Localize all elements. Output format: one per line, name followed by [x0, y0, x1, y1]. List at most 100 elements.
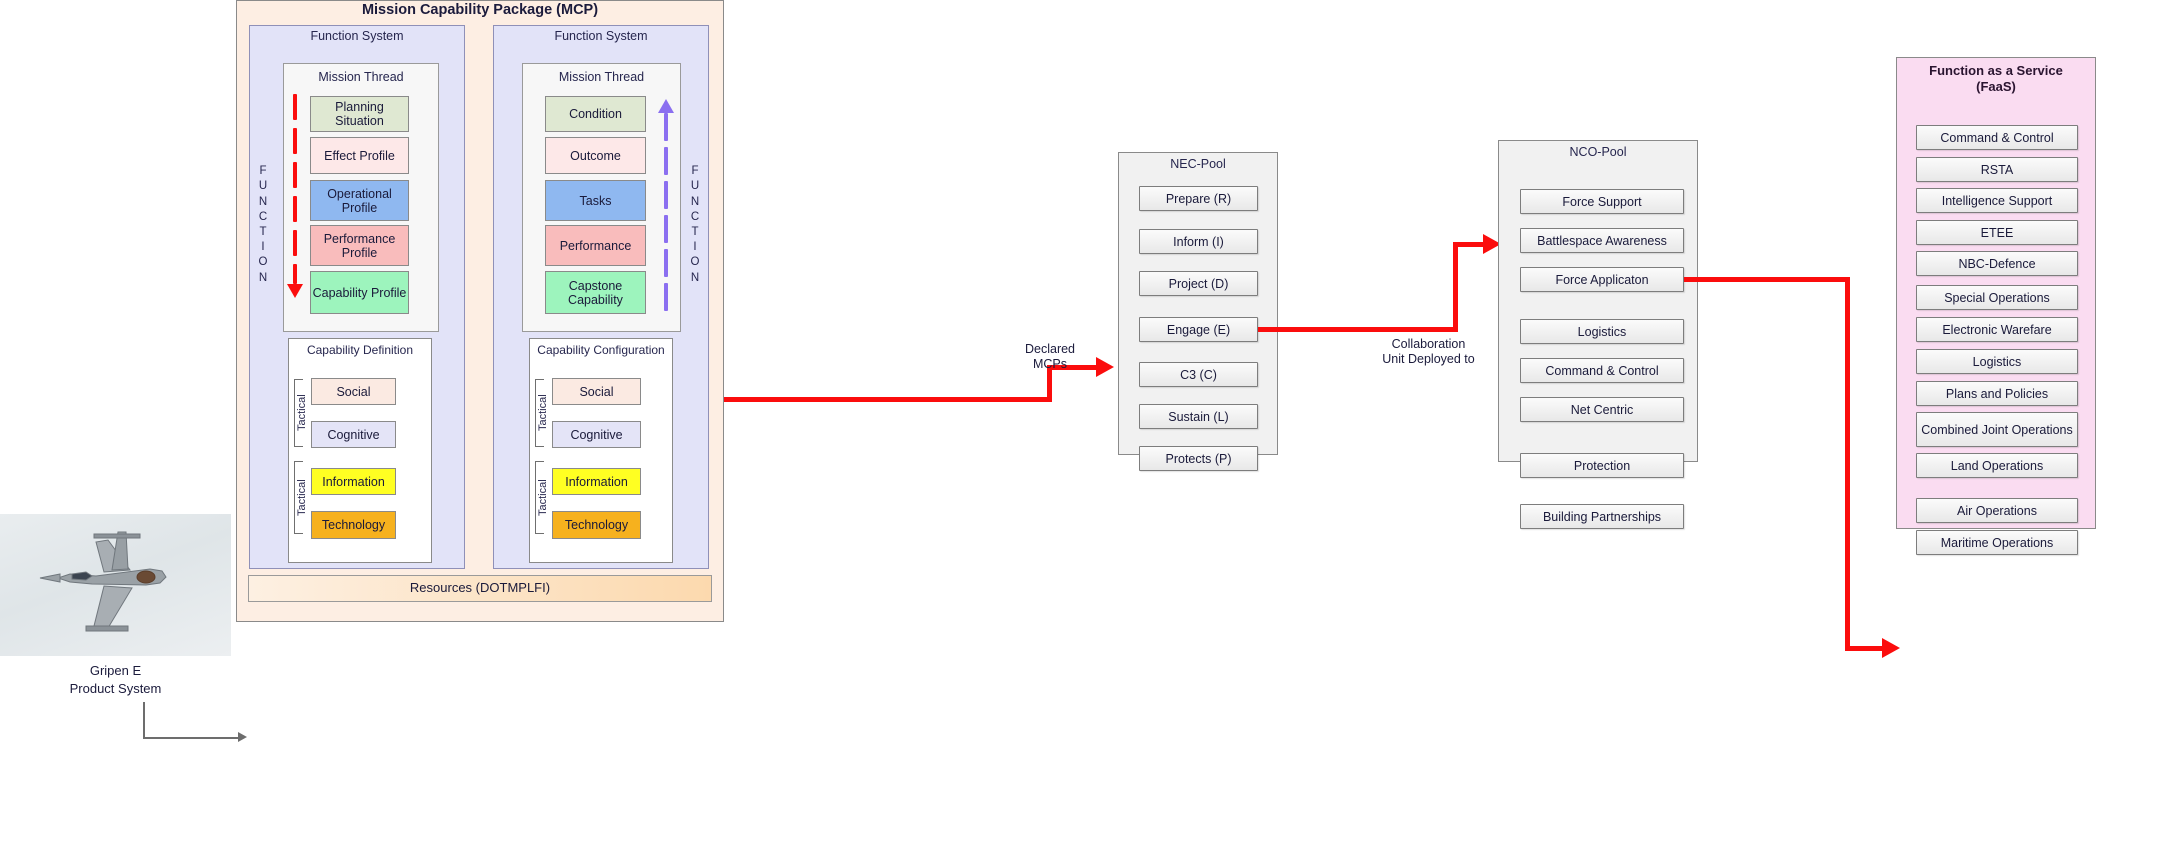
nco-item-force-applicaton[interactable]: Force Applicaton — [1520, 267, 1684, 292]
mission-thread-left-title: Mission Thread — [318, 70, 404, 84]
capcfg-item-0: Social — [552, 378, 641, 405]
capdef-item-2: Information — [311, 468, 396, 495]
capability-configuration-title: Capability Configuration — [537, 343, 665, 357]
function-label-right: FUNCTION — [686, 140, 704, 310]
faas-item-land-operations[interactable]: Land Operations — [1916, 453, 2078, 478]
function-letter: U — [258, 180, 268, 193]
nco-faas-line-vertical — [1845, 277, 1850, 651]
nec-item-protects[interactable]: Protects (P) — [1139, 446, 1258, 471]
faas-title-line1: Function as a Service — [1929, 63, 2063, 78]
capcfg-item-1: Cognitive — [552, 421, 641, 448]
nco-item-net-centric[interactable]: Net Centric — [1520, 397, 1684, 422]
faas-item-combined-joint-operations[interactable]: Combined Joint Operations — [1916, 412, 2078, 447]
collaboration-label-line1: Collaboration — [1391, 337, 1466, 351]
capdef-item-1: Cognitive — [311, 421, 396, 448]
capdef-item-0: Social — [311, 378, 396, 405]
tactical-label-lower-right: Tactical — [537, 479, 549, 516]
function-letter: I — [693, 241, 697, 254]
nec-item-inform[interactable]: Inform (I) — [1139, 229, 1258, 254]
nec-item-engage[interactable]: Engage (E) — [1139, 317, 1258, 342]
function-letter: C — [690, 210, 700, 223]
thread-left-item-4: Capability Profile — [310, 271, 409, 314]
mission-thread-right-title: Mission Thread — [558, 70, 645, 84]
gripen-aircraft-icon — [39, 531, 167, 632]
nco-item-force-support[interactable]: Force Support — [1520, 189, 1684, 214]
nco-item-protection[interactable]: Protection — [1520, 453, 1684, 478]
nec-pool-title: NEC-Pool — [1170, 157, 1226, 171]
faas-item-electronic-warefare[interactable]: Electronic Warefare — [1916, 317, 2078, 342]
function-letter: F — [259, 165, 267, 178]
gripen-connector-vertical — [143, 702, 145, 738]
faas-item-command-control[interactable]: Command & Control — [1916, 125, 2078, 150]
thread-left-item-2: Operational Profile — [310, 180, 409, 221]
nco-item-building-partnerships[interactable]: Building Partnerships — [1520, 504, 1684, 529]
nco-faas-line-horizontal-lower — [1845, 646, 1887, 651]
declared-mcps-label-line2: MCPs — [1032, 357, 1068, 371]
faas-title: Function as a Service (FaaS) — [1896, 63, 2096, 94]
nco-item-battlespace-awareness[interactable]: Battlespace Awareness — [1520, 228, 1684, 253]
nco-item-logistics[interactable]: Logistics — [1520, 319, 1684, 344]
function-letter: N — [690, 271, 700, 284]
faas-item-plans-and-policies[interactable]: Plans and Policies — [1916, 381, 2078, 406]
flow-arrow-down-dashed — [290, 94, 300, 284]
faas-item-maritime-operations[interactable]: Maritime Operations — [1916, 530, 2078, 555]
thread-left-item-0: Planning Situation — [310, 96, 409, 132]
tactical-label-upper-right: Tactical — [537, 394, 549, 432]
gripen-caption-line2: Product System — [69, 680, 162, 696]
capcfg-item-3: Technology — [552, 511, 641, 539]
declared-mcps-arrowhead — [1096, 357, 1114, 377]
collaboration-line-vertical — [1453, 242, 1458, 331]
flow-arrowhead-down — [287, 284, 303, 298]
nco-faas-line-horizontal-upper — [1684, 277, 1850, 282]
gripen-photo — [0, 514, 231, 656]
function-letter: I — [261, 241, 265, 254]
function-system-left-title: Function System — [310, 29, 404, 43]
flow-arrowhead-up — [658, 99, 674, 113]
declared-mcps-label-line1: Declared — [1024, 342, 1076, 356]
function-letter: U — [690, 180, 700, 193]
resources-bar: Resources (DOTMPLFI) — [248, 575, 712, 602]
gripen-connector-arrowhead — [238, 732, 247, 742]
thread-left-item-3: Performance Profile — [310, 225, 409, 266]
mcp-title: Mission Capability Package (MCP) — [361, 2, 599, 18]
nec-item-c3[interactable]: C3 (C) — [1139, 362, 1258, 387]
thread-right-item-3: Performance — [545, 225, 646, 266]
collaboration-line-horizontal-lower — [1258, 327, 1458, 332]
function-letter: N — [258, 195, 268, 208]
gripen-caption-line1: Gripen E — [89, 663, 142, 678]
nco-item-command-control[interactable]: Command & Control — [1520, 358, 1684, 383]
faas-item-intelligence-support[interactable]: Intelligence Support — [1916, 188, 2078, 213]
faas-item-rsta[interactable]: RSTA — [1916, 157, 2078, 182]
nec-item-project[interactable]: Project (D) — [1139, 271, 1258, 296]
thread-right-item-2: Tasks — [545, 180, 646, 221]
faas-item-etee[interactable]: ETEE — [1916, 220, 2078, 245]
collaboration-label-line2: Unit Deployed to — [1382, 352, 1475, 366]
thread-right-item-1: Outcome — [545, 137, 646, 174]
nec-item-prepare[interactable]: Prepare (R) — [1139, 186, 1258, 211]
faas-item-nbc-defence[interactable]: NBC-Defence — [1916, 251, 2078, 276]
thread-right-item-4: Capstone Capability — [545, 271, 646, 314]
faas-item-air-operations[interactable]: Air Operations — [1916, 498, 2078, 523]
collaboration-label: Collaboration Unit Deployed to — [1336, 337, 1521, 367]
faas-item-logistics[interactable]: Logistics — [1916, 349, 2078, 374]
declared-mcps-line-horizontal-lower — [724, 397, 1052, 402]
nec-item-sustain[interactable]: Sustain (L) — [1139, 404, 1258, 429]
gripen-connector-horizontal — [143, 737, 238, 739]
function-system-right-title: Function System — [554, 29, 648, 43]
function-letter: F — [691, 165, 699, 178]
thread-right-item-0: Condition — [545, 96, 646, 132]
faas-title-line2: (FaaS) — [1976, 78, 2016, 94]
capability-definition-title: Capability Definition — [306, 343, 414, 357]
capdef-item-3: Technology — [311, 511, 396, 539]
nco-faas-arrowhead — [1882, 638, 1900, 658]
capcfg-item-2: Information — [552, 468, 641, 495]
function-letter: O — [258, 256, 268, 269]
function-letter: O — [690, 256, 700, 269]
function-letter: T — [691, 226, 699, 238]
function-letter: N — [258, 271, 268, 284]
function-letter: T — [259, 226, 267, 238]
thread-left-item-1: Effect Profile — [310, 137, 409, 174]
faas-item-special-operations[interactable]: Special Operations — [1916, 285, 2078, 310]
function-letter: N — [690, 195, 700, 208]
gripen-caption: Gripen E Product System — [0, 662, 231, 702]
